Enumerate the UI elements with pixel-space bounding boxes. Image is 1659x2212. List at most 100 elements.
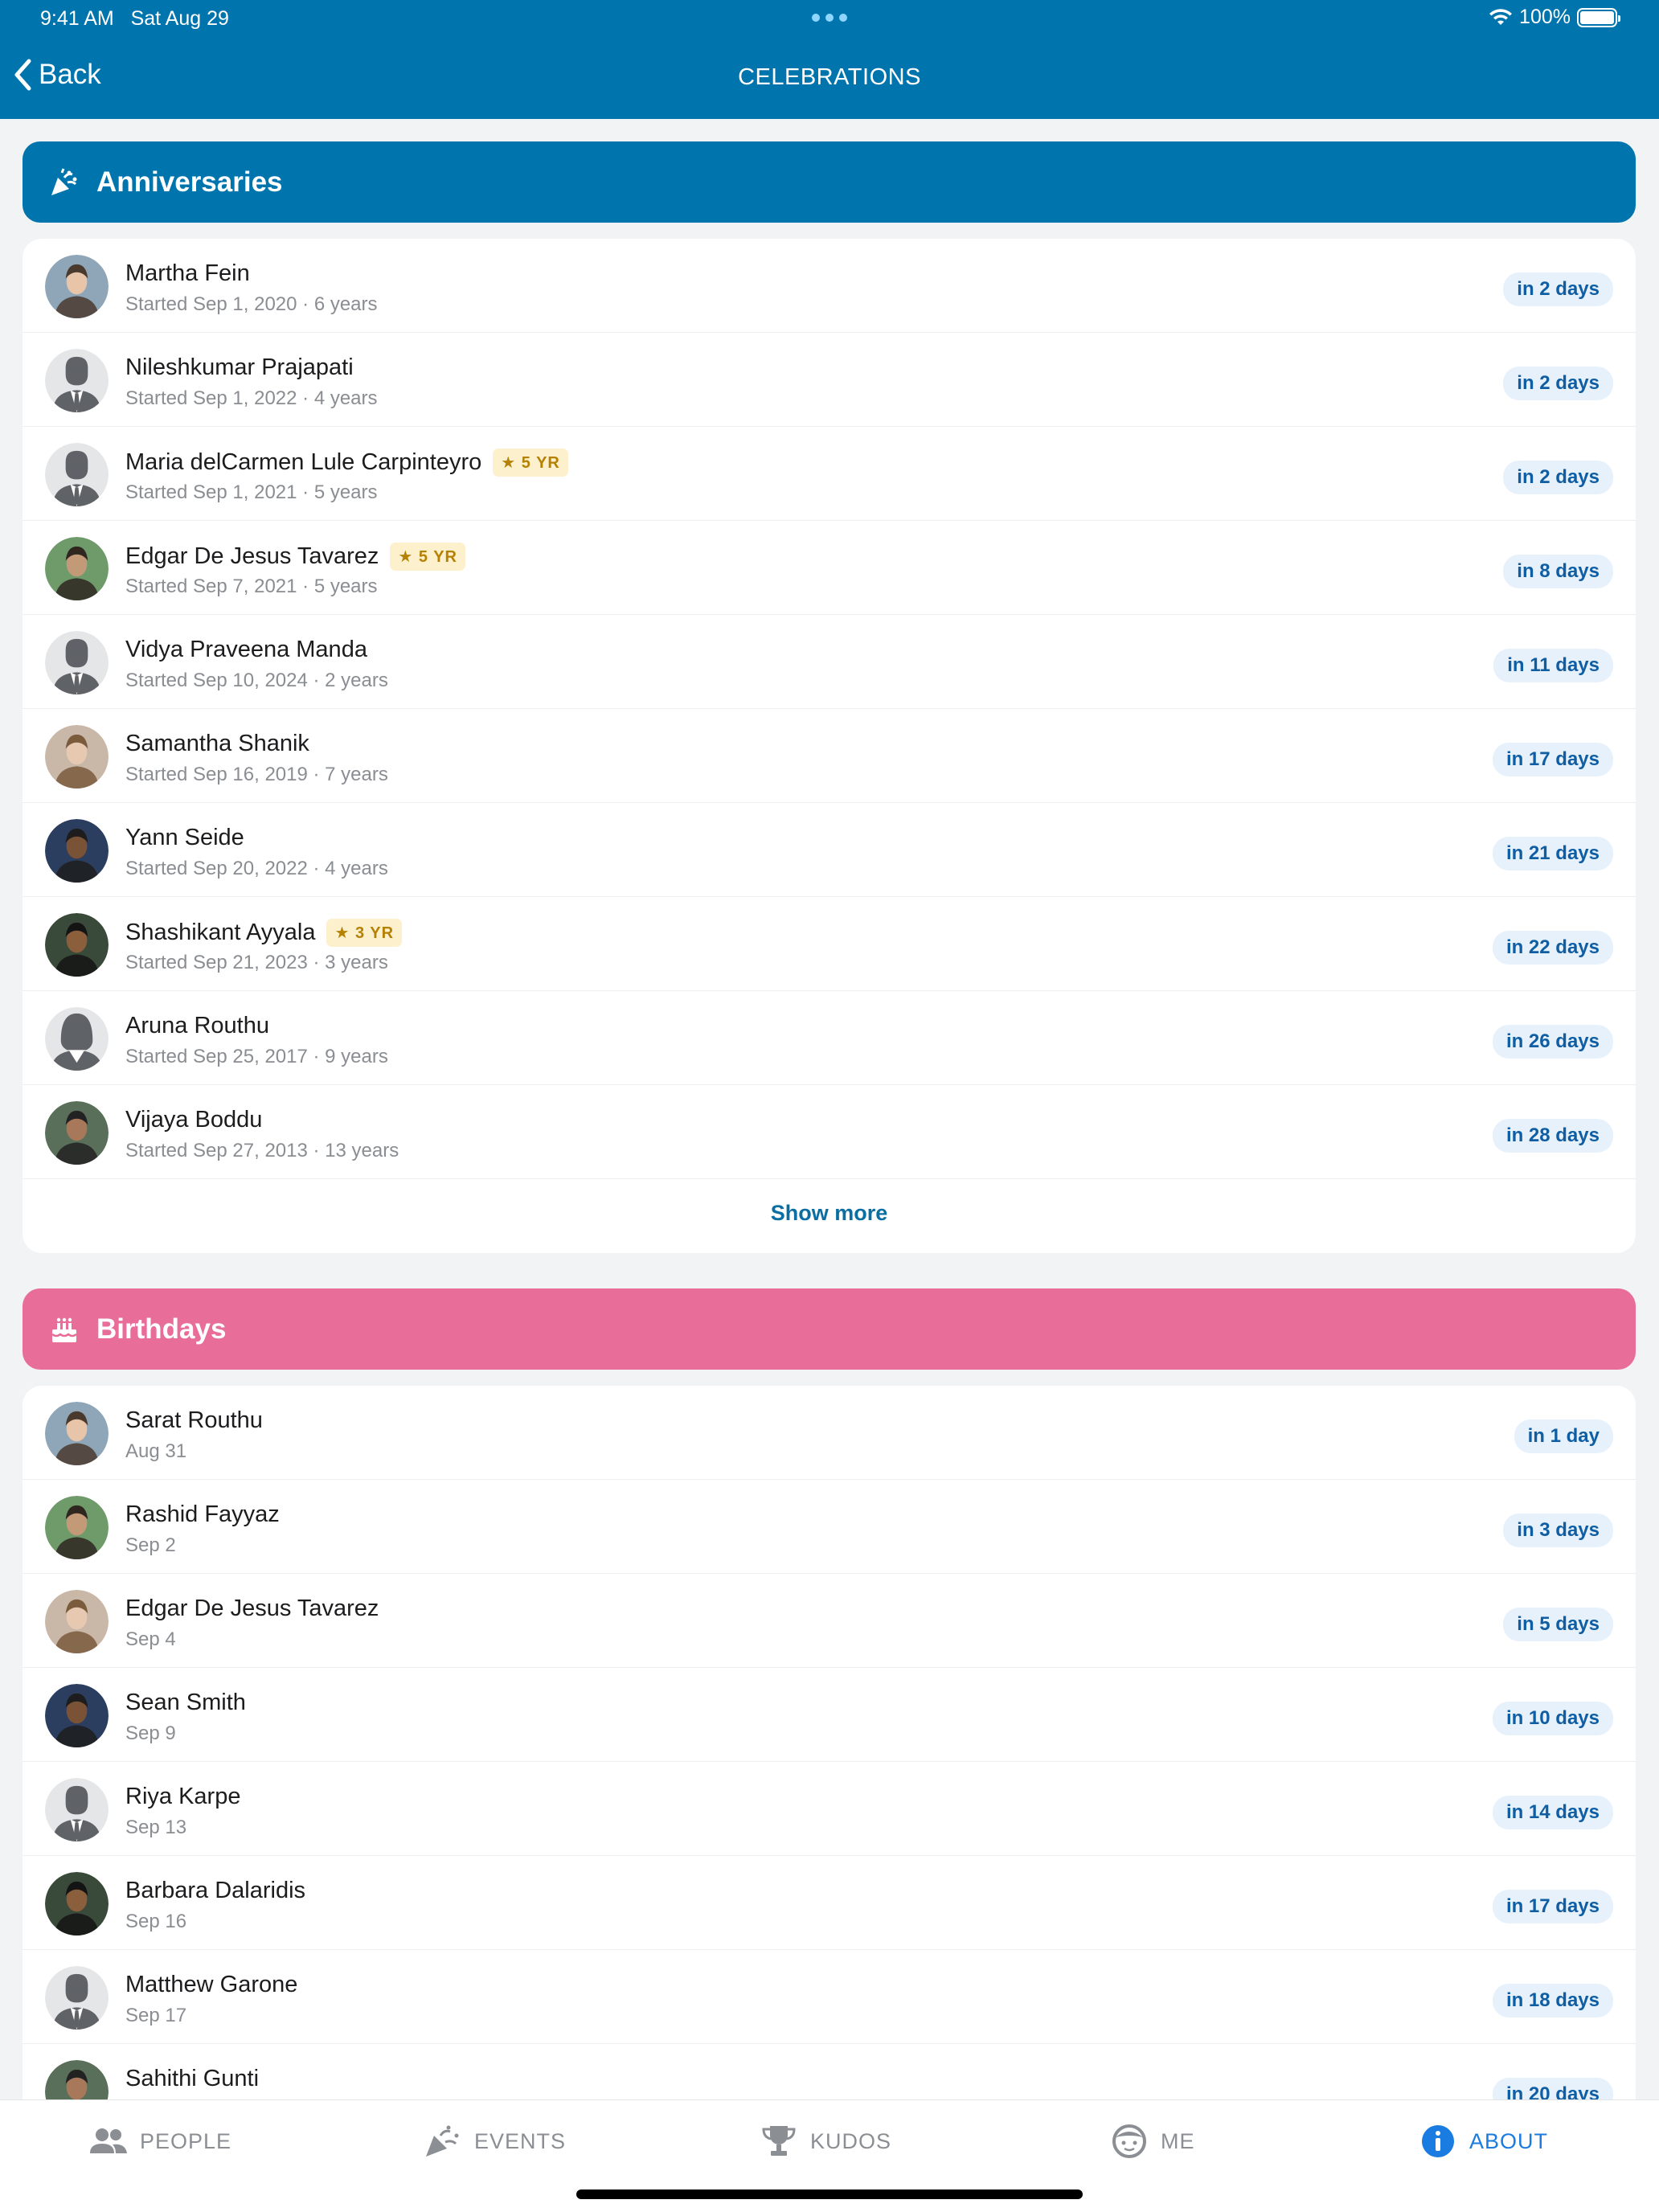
multitasking-dots-icon[interactable] [812,14,847,22]
countdown-badge: in 8 days [1503,555,1613,588]
countdown-badge: in 10 days [1492,1702,1613,1735]
list-item[interactable]: Martha Fein Started Sep 1, 2020 · 6 years… [23,239,1636,333]
countdown-badge: in 18 days [1492,1984,1613,2017]
battery-percent: 100% [1519,6,1571,28]
list-item[interactable]: Rashid Fayyaz Sep 2 in 3 days [23,1480,1636,1574]
name-line: Sahithi Gunti [125,2066,259,2092]
list-item[interactable]: Samantha Shanik Started Sep 16, 2019 · 7 … [23,709,1636,803]
date-detail: Aug 31 [125,1440,187,1462]
milestone-badge: ★ 3 YR [326,919,403,947]
list-item[interactable]: Aruna Routhu Started Sep 25, 2017 · 9 yea… [23,991,1636,1085]
party-popper-icon [51,167,77,195]
person-name: Riya Karpe [125,1784,241,1809]
tab-me-label: ME [1161,2128,1195,2153]
avatar [45,913,109,977]
tab-people[interactable]: PEOPLE [88,2123,231,2160]
name-line: Riya Karpe [125,1784,240,1810]
list-item[interactable]: Yann Seide Started Sep 20, 2022 · 4 years… [23,803,1636,897]
countdown-badge: in 1 day [1514,1419,1613,1453]
name-line: Nileshkumar Prajapati [125,354,354,381]
list-item[interactable]: Nileshkumar Prajapati Started Sep 1, 2022… [23,333,1636,427]
countdown-badge: in 28 days [1492,1119,1613,1153]
list-item[interactable]: Vijaya Boddu Started Sep 27, 2013 · 13 ye… [23,1085,1636,1179]
list-item[interactable]: Maria delCarmen Lule Carpinteyro ★ 5 YR St… [23,427,1636,521]
anniversaries-list: Show more Martha Fein Started Sep 1, 2020… [23,239,1636,1253]
avatar [45,1007,109,1071]
tab-events-label: EVENTS [474,2128,567,2153]
date-detail: Started Sep 10, 2024 · 2 years [125,670,388,691]
avatar [45,1496,109,1559]
name-line: Maria delCarmen Lule Carpinteyro ★ 5 YR [125,449,568,477]
countdown-badge: in 14 days [1492,1796,1613,1829]
tab-about[interactable]: ABOUT [1418,2123,1548,2160]
name-line: Barbara Dalaridis [125,1878,305,1904]
tab-me[interactable]: ME [1109,2123,1195,2160]
name-line: Martha Fein [125,260,250,287]
list-item[interactable]: Edgar De Jesus Tavarez ★ 5 YR Started Sep … [23,521,1636,615]
avatar [45,1778,109,1841]
person-name: Edgar De Jesus Tavarez [125,1596,379,1621]
date-detail: Sep 13 [125,1817,187,1838]
avatar [45,1590,109,1653]
countdown-badge: in 17 days [1492,1890,1613,1923]
countdown-badge: in 2 days [1503,367,1613,400]
countdown-badge: in 5 days [1503,1608,1613,1641]
name-line: Edgar De Jesus Tavarez ★ 5 YR [125,543,465,571]
person-name: Yann Seide [125,825,244,850]
birthdays-header: Birthdays [23,1288,1636,1370]
status-date: Sat Aug 29 [130,7,229,30]
name-line: Aruna Routhu [125,1013,269,1039]
tab-kudos[interactable]: KUDOS [759,2123,891,2160]
person-name: Rashid Fayyaz [125,1501,280,1527]
tab-events[interactable]: EVENTS [423,2123,566,2160]
list-item[interactable]: Matthew Garone Sep 17 in 18 days [23,1950,1636,2044]
battery-icon [1577,7,1620,27]
list-item[interactable]: Edgar De Jesus Tavarez Sep 4 in 5 days [23,1574,1636,1668]
name-line: Sean Smith [125,1690,246,1716]
people-icon [90,2128,127,2153]
list-item[interactable]: Sarat Routhu Aug 31 in 1 day [23,1386,1636,1480]
date-detail: Started Sep 25, 2017 · 9 years [125,1046,388,1067]
name-line: Matthew Garone [125,1972,297,1998]
name-line: Yann Seide [125,825,244,851]
avatar [45,1101,109,1165]
person-name: Aruna Routhu [125,1013,269,1038]
date-detail: Started Sep 1, 2021 · 5 years [125,481,378,503]
avatar [45,443,109,506]
wifi-icon [1489,8,1513,25]
countdown-badge: in 2 days [1503,461,1613,494]
avatar [45,1872,109,1936]
home-indicator[interactable] [576,2189,1083,2199]
person-name: Shashikant Ayyala [125,920,316,945]
list-item[interactable]: Barbara Dalaridis Sep 16 in 17 days [23,1856,1636,1950]
date-detail: Started Sep 1, 2022 · 4 years [125,387,378,409]
date-detail: Sep 16 [125,1911,187,1932]
person-name: Matthew Garone [125,1972,298,1997]
avatar [45,1684,109,1747]
date-detail: Sep 4 [125,1628,176,1650]
tab-people-label: PEOPLE [140,2128,232,2153]
name-line: Edgar De Jesus Tavarez [125,1596,379,1622]
person-name: Edgar De Jesus Tavarez [125,543,379,569]
list-item[interactable]: Sean Smith Sep 9 in 10 days [23,1668,1636,1762]
list-item[interactable]: Shashikant Ayyala ★ 3 YR Started Sep 21, 2… [23,897,1636,991]
list-item[interactable]: Vidya Praveena Manda Started Sep 10, 2024… [23,615,1636,709]
countdown-badge: in 17 days [1492,743,1613,776]
page-title: CELEBRATIONS [738,64,921,90]
show-more-button[interactable]: Show more [23,1201,1636,1226]
status-time: 9:41 AM Sat Aug 29 [40,7,229,31]
date-detail: Started Sep 20, 2022 · 4 years [125,858,388,879]
person-name: Martha Fein [125,260,250,286]
person-name: Maria delCarmen Lule Carpinteyro [125,449,482,475]
countdown-badge: in 21 days [1492,837,1613,870]
avatar [45,725,109,789]
countdown-badge: in 26 days [1492,1025,1613,1059]
avatar [45,1402,109,1465]
person-name: Sarat Routhu [125,1407,263,1433]
avatar [45,349,109,412]
name-line: Shashikant Ayyala ★ 3 YR [125,919,403,947]
name-line: Rashid Fayyaz [125,1501,280,1528]
status-clock: 9:41 AM [40,7,114,30]
list-item[interactable]: Riya Karpe Sep 13 in 14 days [23,1762,1636,1856]
person-name: Samantha Shanik [125,731,309,756]
